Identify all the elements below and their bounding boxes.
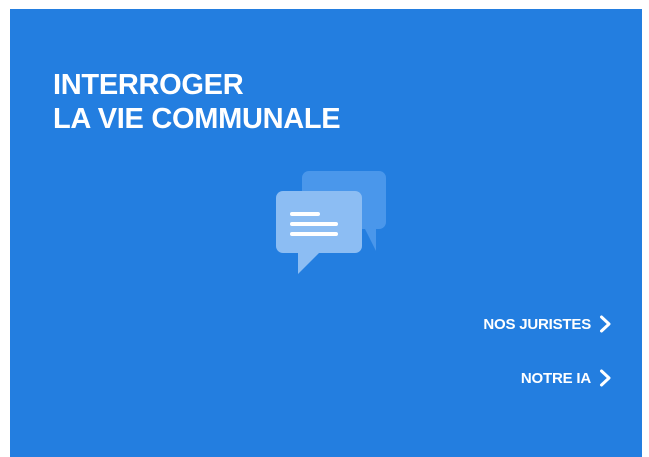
card-title-line-2: LA VIE COMMUNALE: [53, 103, 341, 135]
nos-juristes-label: NOS JURISTES: [483, 315, 591, 333]
nos-juristes-link[interactable]: NOS JURISTES: [483, 315, 612, 333]
notre-ia-label: NOTRE IA: [520, 369, 591, 387]
notre-ia-link[interactable]: NOTRE IA: [521, 369, 612, 387]
card-title-line-1: INTERROGER: [53, 69, 244, 101]
interroger-card: INTERROGER LA VIE COMMUNALE NOS JURISTES…: [10, 9, 642, 457]
card-title: INTERROGER LA VIE COMMUNALE: [53, 68, 341, 136]
chat-bubbles-icon: [276, 171, 386, 274]
chevron-right-icon: [600, 369, 611, 387]
chevron-right-icon: [600, 315, 611, 333]
